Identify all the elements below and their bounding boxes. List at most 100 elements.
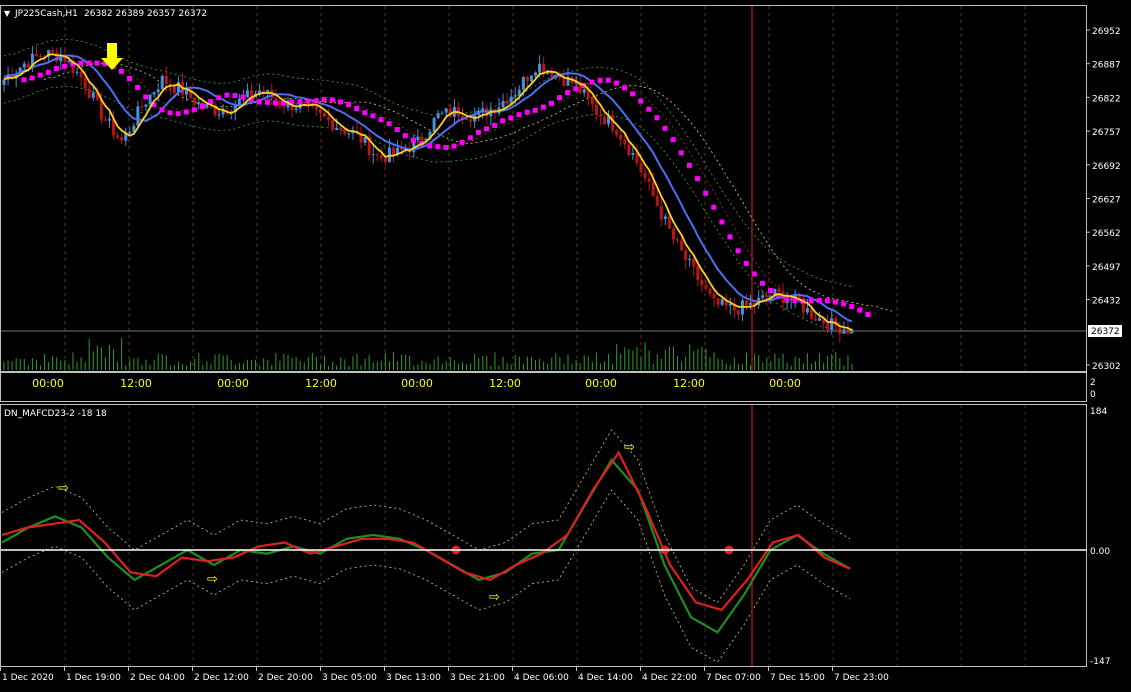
candle-body[interactable]	[314, 106, 318, 110]
candle-body[interactable]	[805, 308, 809, 313]
candle-body[interactable]	[392, 147, 396, 155]
candle-body[interactable]	[704, 285, 708, 289]
candle-body[interactable]	[720, 299, 724, 305]
candle-body[interactable]	[156, 89, 160, 93]
candle-body[interactable]	[160, 75, 164, 90]
candle-body[interactable]	[481, 108, 485, 111]
candle-body[interactable]	[302, 102, 306, 104]
candle-body[interactable]	[667, 216, 671, 229]
candle-body[interactable]	[22, 63, 26, 68]
candle-body[interactable]	[436, 113, 440, 119]
candle-body[interactable]	[83, 77, 87, 89]
candle-body[interactable]	[416, 136, 420, 141]
candle-body[interactable]	[501, 101, 505, 108]
candle-body[interactable]	[505, 101, 509, 105]
candle-body[interactable]	[282, 106, 286, 108]
candle-body[interactable]	[107, 118, 111, 121]
candle-body[interactable]	[375, 154, 379, 156]
candle-body[interactable]	[444, 108, 448, 113]
candle-body[interactable]	[521, 77, 525, 90]
candle-body[interactable]	[598, 114, 602, 117]
candle-body[interactable]	[688, 258, 692, 260]
candle-body[interactable]	[700, 279, 704, 286]
candle-body[interactable]	[692, 258, 696, 267]
candle-body[interactable]	[562, 77, 566, 86]
candle-body[interactable]	[680, 240, 684, 251]
candle-body[interactable]	[91, 92, 95, 98]
candle-body[interactable]	[440, 112, 444, 114]
candle-body[interactable]	[639, 162, 643, 173]
candle-body[interactable]	[716, 298, 720, 305]
candle-body[interactable]	[826, 323, 830, 330]
candle-body[interactable]	[684, 250, 688, 260]
candle-body[interactable]	[761, 295, 765, 298]
candle-body[interactable]	[696, 266, 700, 280]
candle-body[interactable]	[34, 53, 38, 56]
candle-body[interactable]	[87, 88, 91, 98]
candle-body[interactable]	[655, 195, 659, 207]
candle-body[interactable]	[339, 127, 343, 130]
candle-body[interactable]	[631, 153, 635, 155]
candle-body[interactable]	[789, 299, 793, 301]
candle-body[interactable]	[602, 116, 606, 125]
candle-body[interactable]	[347, 133, 351, 135]
candle-body[interactable]	[469, 119, 473, 122]
candle-body[interactable]	[152, 92, 156, 95]
price-axis[interactable]: 26952 26887 26822 26757 26692 26627 26562 26497…	[1086, 27, 1121, 372]
candle-body[interactable]	[318, 109, 322, 114]
candle-body[interactable]	[830, 318, 834, 330]
candle-body[interactable]	[371, 154, 375, 156]
candle-body[interactable]	[116, 135, 120, 138]
candle-body[interactable]	[193, 97, 197, 105]
candle-body[interactable]	[237, 98, 241, 105]
candle-body[interactable]	[39, 55, 43, 57]
candle-body[interactable]	[79, 71, 83, 78]
candle-body[interactable]	[26, 63, 30, 68]
candle-body[interactable]	[140, 106, 144, 108]
candle-body[interactable]	[432, 118, 436, 132]
candle-body[interactable]	[136, 106, 140, 126]
candle-body[interactable]	[120, 137, 124, 141]
candle-body[interactable]	[659, 206, 663, 220]
candle-body[interactable]	[2, 79, 6, 85]
candle-body[interactable]	[736, 310, 740, 315]
candle-body[interactable]	[331, 120, 335, 131]
candle-body[interactable]	[465, 119, 469, 121]
candle-body[interactable]	[148, 94, 152, 105]
candle-body[interactable]	[323, 113, 327, 117]
indicator-frame[interactable]	[0, 404, 1087, 667]
candle-body[interactable]	[663, 216, 667, 220]
candle-body[interactable]	[172, 86, 176, 93]
candle-body[interactable]	[128, 131, 132, 134]
candle-body[interactable]	[103, 119, 107, 121]
signal-arrow-icon[interactable]: ⇨	[207, 572, 218, 587]
candle-body[interactable]	[676, 239, 680, 241]
candle-body[interactable]	[343, 129, 347, 134]
candle-body[interactable]	[379, 155, 383, 159]
signal-arrow-icon[interactable]: ⇨	[624, 440, 635, 455]
candle-body[interactable]	[590, 98, 594, 105]
candle-body[interactable]	[651, 181, 655, 196]
candle-body[interactable]	[335, 127, 339, 131]
candle-body[interactable]	[197, 102, 201, 105]
candle-body[interactable]	[294, 108, 298, 111]
signal-arrow-icon[interactable]: ⇨	[489, 590, 500, 605]
candle-body[interactable]	[363, 136, 367, 143]
mt4-chart-window[interactable]: ⇨ ⇨ ⇨ ⇨ ▼ JP225Cash,H1 26382 26389 26357 26…	[0, 0, 1131, 688]
candle-body[interactable]	[144, 104, 148, 107]
candle-body[interactable]	[813, 318, 817, 321]
candle-body[interactable]	[75, 71, 79, 73]
candle-body[interactable]	[745, 300, 749, 306]
candle-body[interactable]	[728, 303, 732, 306]
candle-body[interactable]	[818, 318, 822, 321]
candle-body[interactable]	[513, 95, 517, 97]
candle-body[interactable]	[538, 63, 542, 73]
candle-body[interactable]	[217, 114, 221, 116]
candle-body[interactable]	[582, 89, 586, 93]
candle-body[interactable]	[594, 104, 598, 115]
candle-body[interactable]	[245, 90, 249, 97]
candle-body[interactable]	[619, 135, 623, 140]
candle-body[interactable]	[327, 116, 331, 121]
candle-body[interactable]	[708, 288, 712, 294]
candle-body[interactable]	[534, 72, 538, 76]
